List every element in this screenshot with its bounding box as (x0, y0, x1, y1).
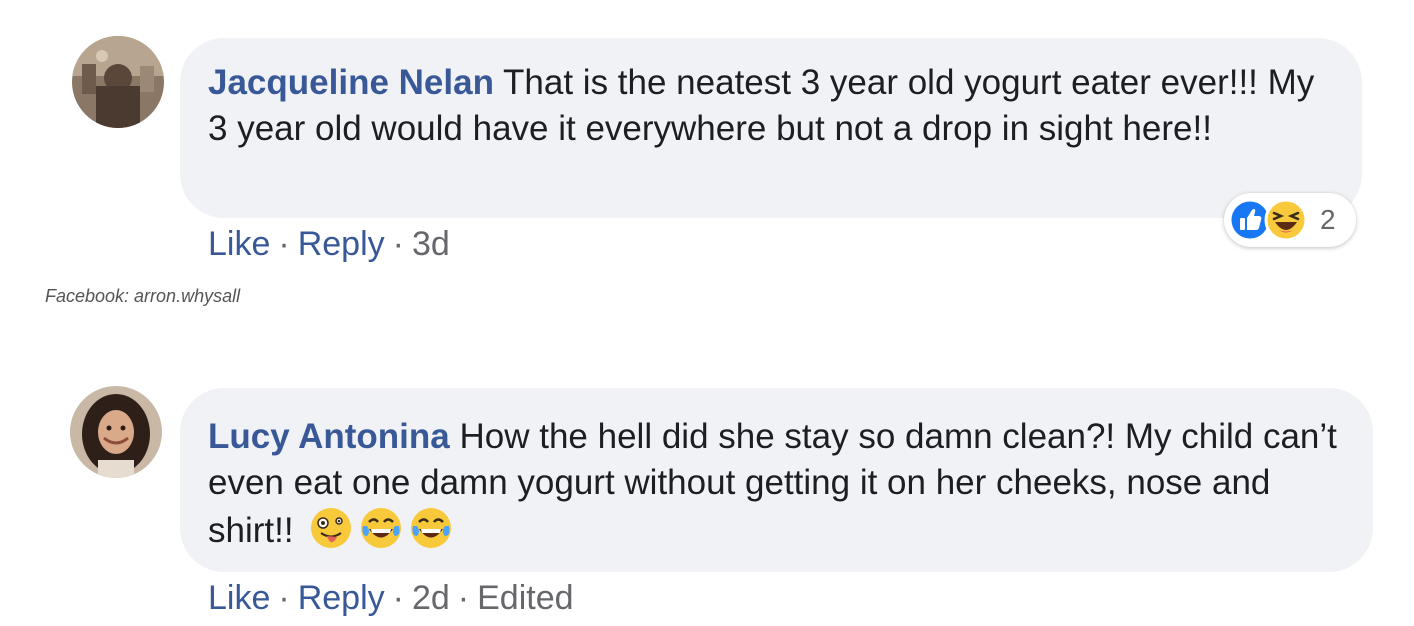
separator: · (278, 225, 290, 263)
comment-bubble: Jacqueline Nelan That is the neatest 3 y… (180, 38, 1362, 218)
avatar[interactable] (72, 36, 164, 128)
comment-author[interactable]: Lucy Antonina (208, 417, 450, 456)
reply-button[interactable]: Reply (298, 579, 385, 617)
separator: · (278, 579, 290, 617)
separator: · (392, 579, 404, 617)
reaction-count: 2 (1320, 204, 1336, 235)
comment-actions: Like · Reply · 2d · Edited (208, 578, 574, 618)
separator: · (457, 579, 470, 617)
comment-timestamp[interactable]: 3d (412, 225, 450, 263)
avatar[interactable] (70, 386, 162, 478)
haha-icon (1264, 198, 1308, 242)
image-credit: Facebook: arron.whysall (45, 286, 241, 306)
tears-of-joy-icon (409, 506, 453, 550)
like-button[interactable]: Like (208, 579, 270, 617)
comment-bubble: Lucy Antonina How the hell did she stay … (180, 388, 1373, 572)
zany-face-icon (309, 506, 353, 550)
separator: · (392, 225, 404, 263)
edited-label[interactable]: Edited (477, 579, 573, 617)
comment-author[interactable]: Jacqueline Nelan (208, 63, 494, 102)
tears-of-joy-icon (359, 506, 403, 550)
comment-timestamp[interactable]: 2d (412, 579, 450, 617)
reply-button[interactable]: Reply (298, 225, 385, 263)
comment-actions: Like · Reply · 3d (208, 224, 450, 264)
reactions-summary[interactable]: 2 (1224, 193, 1356, 247)
like-button[interactable]: Like (208, 225, 270, 263)
